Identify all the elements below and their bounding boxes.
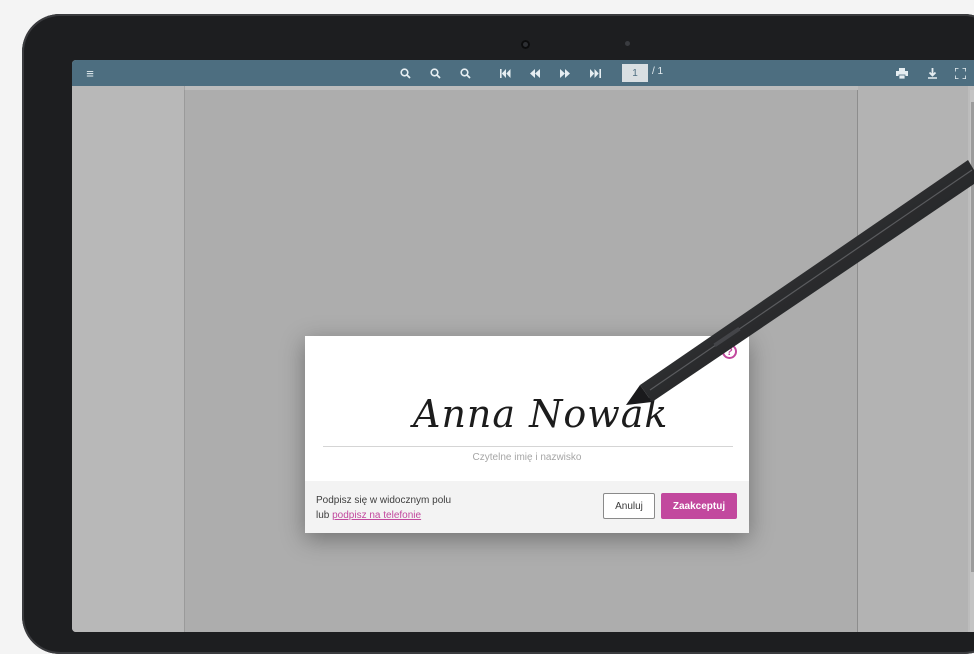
fullscreen-icon[interactable] — [952, 65, 968, 81]
download-icon[interactable] — [924, 65, 940, 81]
page-total-label: / 1 — [652, 66, 664, 77]
viewer-left-margin — [72, 86, 185, 632]
zoom-in-icon[interactable] — [397, 65, 413, 81]
pdf-viewer-screen: ≡ / 1 — [72, 60, 974, 632]
signature-hint: Czytelne imię i nazwisko — [472, 452, 582, 463]
menu-icon[interactable]: ≡ — [82, 65, 98, 81]
next-page-icon[interactable] — [557, 65, 573, 81]
zoom-out-icon[interactable] — [457, 65, 473, 81]
handwritten-signature: Anna Nowak — [413, 392, 669, 436]
page-number-input[interactable] — [622, 64, 648, 82]
print-icon[interactable] — [894, 65, 910, 81]
signature-dialog: ? Anna Nowak Czytelne imię i nazwisko Po… — [305, 336, 749, 533]
previous-page-icon[interactable] — [527, 65, 543, 81]
first-page-icon[interactable] — [497, 65, 513, 81]
accept-button[interactable]: Zaakceptuj — [661, 493, 737, 519]
signature-baseline — [323, 446, 733, 447]
cancel-button[interactable]: Anuluj — [603, 493, 655, 519]
tablet-frame: ≡ / 1 — [22, 14, 974, 654]
signature-pad[interactable]: Anna Nowak — [321, 366, 733, 446]
dialog-footer: Podpisz się w widocznym polu lub podpisz… — [305, 481, 749, 533]
light-sensor — [625, 41, 630, 46]
pdf-toolbar: ≡ / 1 — [72, 60, 974, 86]
sign-on-phone-link[interactable]: podpisz na telefonie — [332, 510, 421, 521]
instruction-prefix: lub — [316, 510, 333, 521]
last-page-icon[interactable] — [587, 65, 603, 81]
zoom-reset-icon[interactable] — [427, 65, 443, 81]
sign-instructions: Podpisz się w widocznym polu lub podpisz… — [316, 493, 451, 523]
front-camera — [521, 40, 530, 49]
instruction-line: Podpisz się w widocznym polu — [316, 495, 452, 506]
help-icon[interactable]: ? — [722, 344, 737, 359]
viewer-right-margin — [858, 86, 968, 632]
vertical-scrollbar[interactable] — [970, 90, 974, 632]
